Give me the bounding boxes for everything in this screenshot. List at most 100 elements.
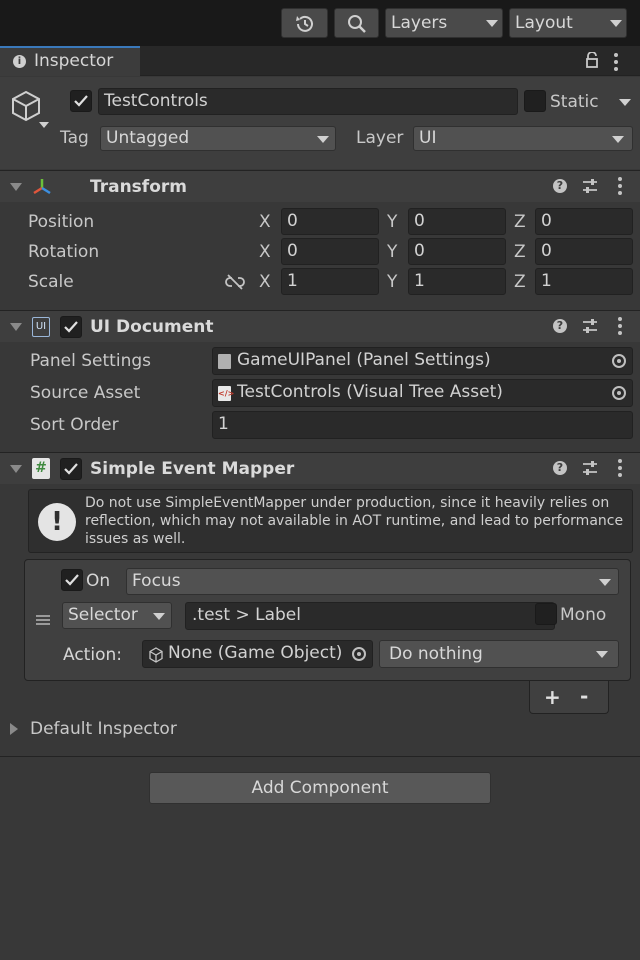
position-y-field[interactable]: 0 bbox=[408, 208, 506, 235]
event-mapper-header[interactable]: # Simple Event Mapper ? bbox=[0, 452, 640, 484]
scale-y-value: 1 bbox=[414, 271, 425, 291]
component-title: Simple Event Mapper bbox=[90, 459, 295, 479]
layers-dropdown[interactable]: Layers bbox=[385, 8, 503, 38]
tab-inspector[interactable]: i Inspector bbox=[0, 46, 140, 76]
foldout-expanded-icon[interactable] bbox=[10, 323, 22, 331]
event-type-dropdown[interactable]: Focus bbox=[126, 568, 619, 595]
more-options-icon[interactable] bbox=[618, 459, 622, 480]
foldout-collapsed-icon bbox=[10, 723, 18, 735]
foldout-expanded-icon[interactable] bbox=[10, 183, 22, 191]
ui-document-header[interactable]: UI UI Document ? bbox=[0, 310, 640, 342]
add-component-button[interactable]: Add Component bbox=[149, 772, 491, 804]
position-x-field[interactable]: 0 bbox=[281, 208, 379, 235]
active-checkbox[interactable] bbox=[70, 90, 92, 112]
tag-dropdown[interactable]: Untagged bbox=[100, 126, 336, 151]
mono-checkbox[interactable] bbox=[535, 603, 557, 625]
warning-helpbox: ! Do not use SimpleEventMapper under pro… bbox=[28, 489, 633, 553]
chevron-down-icon bbox=[596, 651, 608, 658]
remove-item-button[interactable]: - bbox=[580, 684, 588, 708]
position-label: Position bbox=[28, 212, 95, 232]
rotation-z-field[interactable]: 0 bbox=[535, 238, 633, 265]
presets-icon[interactable] bbox=[582, 178, 598, 194]
scale-x-field[interactable]: 1 bbox=[281, 268, 379, 295]
name-value: TestControls bbox=[104, 91, 208, 111]
object-picker-icon[interactable] bbox=[612, 386, 626, 400]
lock-icon[interactable] bbox=[585, 52, 599, 68]
history-button[interactable] bbox=[281, 8, 328, 38]
transform-body: Position X 0 Y 0 Z 0 Rotation X 0 Y 0 Z … bbox=[0, 202, 640, 308]
scale-y-field[interactable]: 1 bbox=[408, 268, 506, 295]
drag-handle-icon[interactable] bbox=[36, 614, 50, 626]
panel-settings-field[interactable]: GameUIPanel (Panel Settings) bbox=[212, 347, 633, 375]
layout-dropdown[interactable]: Layout bbox=[509, 8, 627, 38]
history-icon bbox=[296, 15, 313, 32]
on-checkbox[interactable] bbox=[61, 569, 83, 591]
ui-document-icon: UI bbox=[32, 317, 50, 337]
presets-icon[interactable] bbox=[582, 460, 598, 476]
script-icon: # bbox=[32, 458, 50, 479]
unlinked-scale-icon[interactable] bbox=[225, 273, 245, 291]
component-title: Transform bbox=[90, 177, 187, 197]
sort-order-label: Sort Order bbox=[30, 415, 119, 435]
help-icon[interactable]: ? bbox=[553, 319, 567, 333]
tag-value: Untagged bbox=[106, 128, 190, 148]
rotation-x-field[interactable]: 0 bbox=[281, 238, 379, 265]
add-item-button[interactable]: + bbox=[544, 685, 561, 709]
static-checkbox[interactable] bbox=[524, 90, 546, 112]
selector-type-value: Selector bbox=[68, 605, 138, 625]
sort-order-field[interactable]: 1 bbox=[212, 411, 633, 439]
default-inspector-label: Default Inspector bbox=[30, 719, 177, 739]
scale-z-field[interactable]: 1 bbox=[535, 268, 633, 295]
info-icon: i bbox=[13, 55, 26, 68]
action-label: Action: bbox=[63, 645, 122, 665]
tab-bar: i Inspector bbox=[0, 46, 640, 76]
foldout-expanded-icon[interactable] bbox=[10, 465, 22, 473]
enabled-checkbox[interactable] bbox=[60, 458, 82, 480]
help-icon[interactable]: ? bbox=[553, 461, 567, 475]
rotation-y-value: 0 bbox=[414, 241, 425, 261]
rotation-z-value: 0 bbox=[541, 241, 552, 261]
more-options-icon[interactable] bbox=[618, 317, 622, 338]
chevron-down-icon bbox=[612, 136, 624, 143]
transform-header[interactable]: Transform ? bbox=[0, 170, 640, 202]
chevron-down-icon bbox=[317, 136, 329, 143]
rotation-x-value: 0 bbox=[287, 241, 298, 261]
selector-type-dropdown[interactable]: Selector bbox=[62, 602, 172, 629]
scale-label: Scale bbox=[28, 272, 74, 292]
source-asset-field[interactable]: </> TestControls (Visual Tree Asset) bbox=[212, 379, 633, 407]
search-button[interactable] bbox=[334, 8, 379, 38]
function-value: Do nothing bbox=[389, 644, 483, 664]
component-divider bbox=[0, 756, 640, 757]
object-picker-icon[interactable] bbox=[612, 354, 626, 368]
position-z-field[interactable]: 0 bbox=[535, 208, 633, 235]
presets-icon[interactable] bbox=[582, 318, 598, 334]
ui-document-body: Panel Settings GameUIPanel (Panel Settin… bbox=[0, 342, 640, 452]
enabled-checkbox[interactable] bbox=[60, 316, 82, 338]
layout-label: Layout bbox=[515, 13, 573, 33]
position-x-value: 0 bbox=[287, 211, 298, 231]
function-dropdown[interactable]: Do nothing bbox=[379, 640, 619, 668]
target-object-value: None (Game Object) bbox=[168, 643, 343, 663]
checkmark-icon bbox=[65, 574, 79, 586]
cube-icon[interactable] bbox=[10, 89, 42, 123]
target-object-field[interactable]: None (Game Object) bbox=[142, 640, 373, 668]
transform-icon bbox=[33, 179, 51, 195]
rotation-label: Rotation bbox=[28, 242, 100, 262]
default-inspector-foldout[interactable]: Default Inspector bbox=[0, 717, 640, 745]
more-options-icon[interactable] bbox=[618, 177, 622, 198]
layer-label: Layer bbox=[356, 128, 404, 148]
name-field[interactable]: TestControls bbox=[98, 88, 518, 115]
selector-field[interactable]: .test > Label bbox=[185, 602, 555, 630]
list-footer: + - bbox=[529, 681, 609, 714]
gameobject-icon bbox=[149, 647, 163, 663]
rotation-y-field[interactable]: 0 bbox=[408, 238, 506, 265]
help-icon[interactable]: ? bbox=[553, 179, 567, 193]
static-dropdown-icon[interactable] bbox=[619, 99, 631, 106]
axis-z-label: Z bbox=[514, 272, 526, 292]
object-picker-icon[interactable] bbox=[352, 647, 366, 661]
more-options-icon[interactable] bbox=[614, 53, 618, 74]
panel-settings-label: Panel Settings bbox=[30, 351, 151, 371]
panel-settings-value: GameUIPanel (Panel Settings) bbox=[237, 350, 491, 370]
icon-dropdown-icon[interactable] bbox=[39, 122, 49, 128]
layer-dropdown[interactable]: UI bbox=[413, 126, 633, 151]
